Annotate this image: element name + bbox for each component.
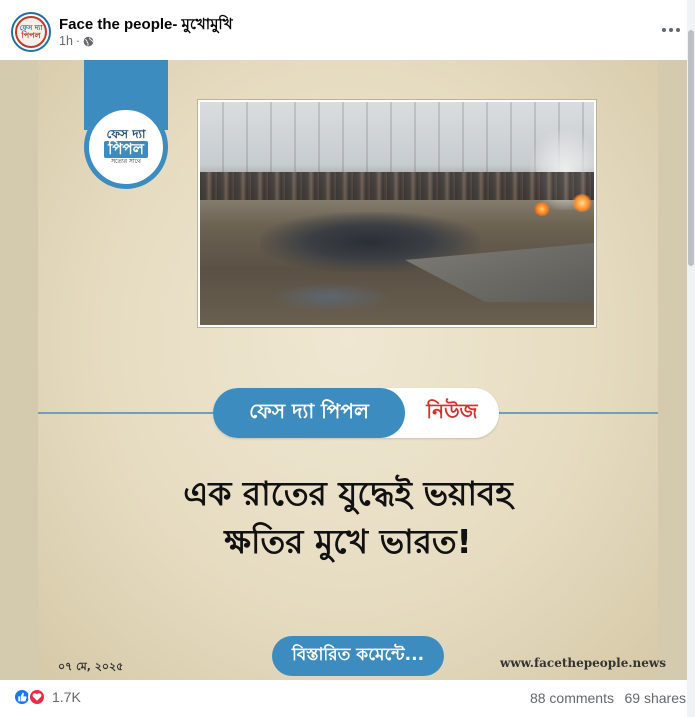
news-label-news: নিউজ <box>426 398 478 423</box>
logo-text-2: পিপল <box>104 140 148 159</box>
brand-logo: ফেস দ্যা পিপল সত্যের সাথে <box>84 105 168 189</box>
post-meta: 1h · <box>59 34 94 48</box>
image-side-right <box>658 60 687 680</box>
post-image[interactable]: ফেস দ্যা পিপল সত্যের সাথে ফেস দ্যা পিপল … <box>0 60 687 680</box>
shares-count-link[interactable]: 69 shares <box>625 690 686 706</box>
scrollbar[interactable] <box>687 0 695 717</box>
headline-line-1: এক রাতের যুদ্ধেই ভয়াবহ <box>183 474 513 513</box>
headline-line-2: ক্ষতির মুখে ভারত! <box>224 521 472 561</box>
headline: এক রাতের যুদ্ধেই ভয়াবহ ক্ষতির মুখে ভারত… <box>38 470 658 566</box>
post-date: ০৭ মে, ২০২৫ <box>58 660 124 673</box>
logo-text-1: ফেস দ্যা <box>106 126 146 141</box>
reaction-count[interactable]: 1.7K <box>52 689 81 705</box>
scrollbar-thumb[interactable] <box>688 30 694 266</box>
post-time[interactable]: 1h <box>59 34 73 48</box>
post-footer: 1.7K 88 comments 69 shares <box>0 680 687 717</box>
crash-site-photo <box>200 102 594 325</box>
image-side-left <box>0 60 38 680</box>
reactions-summary[interactable]: 1.7K <box>13 688 81 706</box>
more-options-icon[interactable] <box>659 18 683 42</box>
website-url: www.facethepeople.news <box>500 656 666 670</box>
divider-right <box>496 412 658 414</box>
divider-left <box>38 412 216 414</box>
details-in-comments-badge: বিস্তারিত কমেন্টে... <box>272 636 444 676</box>
page-logo-icon: ফেস দ্যা পিপল <box>15 16 47 48</box>
logo-tagline: সত্যের সাথে <box>111 158 141 166</box>
comments-count-link[interactable]: 88 comments <box>530 690 614 706</box>
meta-separator: · <box>75 34 81 48</box>
love-reaction-icon <box>28 688 46 706</box>
page-avatar[interactable]: ফেস দ্যা পিপল <box>11 12 51 52</box>
globe-icon[interactable] <box>83 36 94 47</box>
news-label: ফেস দ্যা পিপল নিউজ <box>213 388 499 438</box>
avatar-logo-text-2: পিপল <box>21 30 41 40</box>
post-header: ফেস দ্যা পিপল Face the people- মুখোমুখি … <box>0 0 695 60</box>
news-label-brand: ফেস দ্যা পিপল <box>213 388 405 438</box>
news-photo-frame <box>197 99 597 328</box>
